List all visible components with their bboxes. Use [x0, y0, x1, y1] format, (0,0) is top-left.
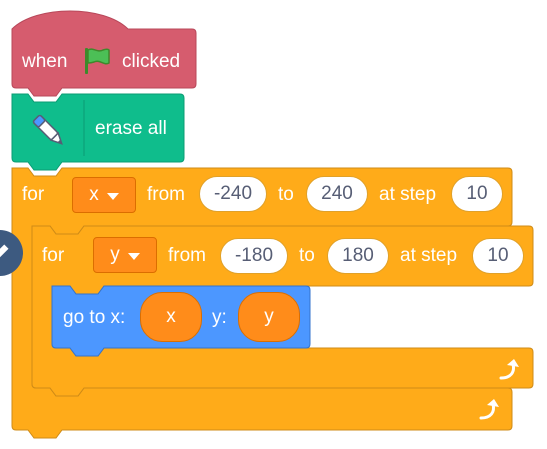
outer-from-label: from	[147, 184, 185, 205]
inner-variable-value: y	[110, 244, 120, 265]
outer-for-label: for	[22, 184, 45, 205]
inner-from-label: from	[168, 245, 206, 266]
inner-to-input[interactable]: 180	[327, 238, 389, 274]
green-flag-icon[interactable]	[82, 46, 112, 76]
clicked-label: clicked	[122, 51, 181, 72]
outer-to-input[interactable]: 240	[306, 176, 368, 212]
outer-variable-value: x	[89, 184, 99, 205]
outer-variable-dropdown[interactable]: x	[72, 177, 136, 213]
inner-for-label: for	[42, 245, 65, 266]
outer-step-label: at step	[379, 184, 437, 205]
inner-to-label: to	[299, 245, 315, 266]
y-label: y:	[212, 307, 227, 328]
inner-variable-dropdown[interactable]: y	[93, 237, 157, 273]
pen-icon	[32, 114, 63, 145]
erase-all-label: erase all	[95, 118, 167, 139]
inner-from-input[interactable]: -180	[220, 238, 288, 274]
outer-from-input[interactable]: -240	[199, 176, 267, 212]
go-to-label: go to x:	[63, 307, 126, 328]
inner-dropdown-caret-icon	[127, 252, 140, 260]
x-variable-reporter[interactable]: x	[140, 292, 202, 342]
outer-step-input[interactable]: 10	[451, 176, 503, 212]
inner-step-label: at step	[400, 245, 458, 266]
outer-to-label: to	[278, 184, 294, 205]
outer-dropdown-caret-icon	[106, 192, 119, 200]
when-label: when	[22, 51, 68, 72]
y-variable-reporter[interactable]: y	[238, 292, 300, 342]
inner-step-input[interactable]: 10	[472, 238, 524, 274]
